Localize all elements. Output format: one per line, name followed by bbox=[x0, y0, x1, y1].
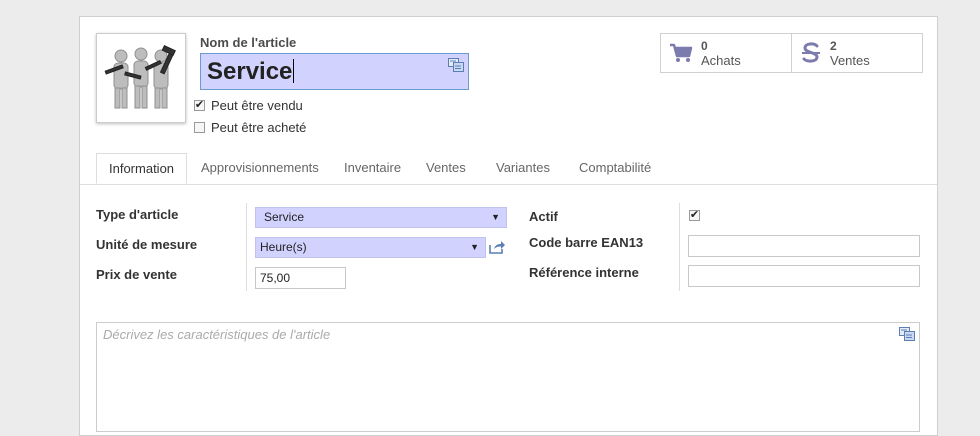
sales-stat-button[interactable]: 2 Ventes bbox=[791, 33, 923, 73]
product-name-value: Service bbox=[207, 58, 293, 85]
translate-icon[interactable] bbox=[448, 58, 464, 72]
product-name-input[interactable]: Service bbox=[200, 53, 469, 90]
text-caret bbox=[293, 59, 295, 83]
active-checkbox[interactable]: ✔ bbox=[689, 210, 700, 221]
internal-reference-input[interactable] bbox=[688, 265, 920, 287]
description-textarea[interactable]: Décrivez les caractéristiques de l'artic… bbox=[96, 322, 920, 432]
purchase-ok-label: Peut être acheté bbox=[211, 120, 307, 135]
external-link-icon[interactable] bbox=[489, 240, 505, 254]
product-form-sheet: Nom de l'article Service ✔ Peut être ven… bbox=[79, 16, 938, 436]
uom-label: Unité de mesure bbox=[96, 237, 198, 252]
sale-ok-row: ✔ Peut être vendu bbox=[194, 98, 303, 113]
uom-value: Heure(s) bbox=[260, 240, 307, 254]
purchases-stat-button[interactable]: 0 Achats bbox=[660, 33, 792, 73]
label-separator bbox=[246, 203, 247, 291]
uom-select[interactable]: Heure(s) ▼ bbox=[255, 237, 486, 258]
cart-icon bbox=[670, 43, 693, 62]
sale-ok-checkbox[interactable]: ✔ bbox=[194, 100, 205, 111]
translate-icon[interactable] bbox=[899, 327, 915, 341]
notebook-tabs: Information Approvisionnements Inventair… bbox=[80, 153, 937, 185]
label-separator bbox=[679, 203, 680, 291]
tab-information[interactable]: Information bbox=[96, 153, 188, 184]
product-type-value: Service bbox=[264, 210, 305, 224]
purchases-label: Achats bbox=[701, 52, 741, 68]
tab-sales[interactable]: Ventes bbox=[414, 153, 478, 184]
product-type-label: Type d'article bbox=[96, 207, 179, 222]
purchases-count: 0 bbox=[701, 38, 708, 53]
tab-inventory[interactable]: Inventaire bbox=[332, 153, 413, 184]
service-figures-icon bbox=[104, 44, 176, 109]
dollar-icon bbox=[802, 42, 820, 63]
purchase-ok-row: Peut être acheté bbox=[194, 120, 306, 135]
sale-price-label: Prix de vente bbox=[96, 267, 177, 282]
active-label: Actif bbox=[529, 209, 558, 224]
chevron-down-icon: ▼ bbox=[491, 212, 500, 222]
sales-count: 2 bbox=[830, 38, 837, 53]
ean13-input[interactable] bbox=[688, 235, 920, 257]
product-name-label: Nom de l'article bbox=[200, 35, 297, 50]
purchase-ok-checkbox[interactable] bbox=[194, 122, 205, 133]
product-type-select[interactable]: Service ▼ bbox=[255, 207, 507, 228]
chevron-down-icon: ▼ bbox=[470, 242, 479, 252]
sale-price-value: 75,00 bbox=[260, 271, 291, 285]
sale-price-input[interactable]: 75,00 bbox=[255, 267, 346, 289]
sale-ok-label: Peut être vendu bbox=[211, 98, 303, 113]
sales-label: Ventes bbox=[830, 52, 870, 68]
internal-reference-label: Référence interne bbox=[529, 265, 639, 280]
product-image[interactable] bbox=[96, 33, 186, 123]
tab-accounting[interactable]: Comptabilité bbox=[567, 153, 663, 184]
ean13-label: Code barre EAN13 bbox=[529, 235, 644, 250]
tab-procurements[interactable]: Approvisionnements bbox=[189, 153, 331, 184]
description-placeholder: Décrivez les caractéristiques de l'artic… bbox=[103, 327, 331, 342]
tab-variants[interactable]: Variantes bbox=[484, 153, 562, 184]
